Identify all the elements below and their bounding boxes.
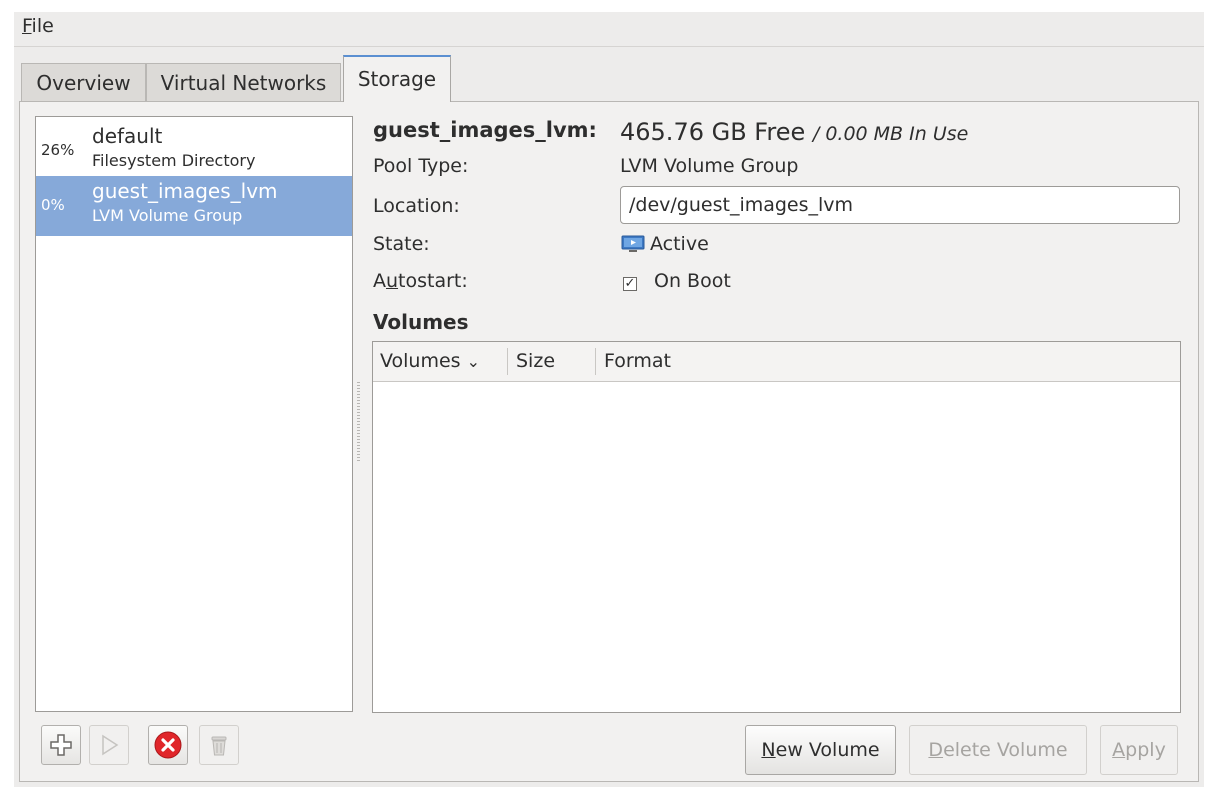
- location-field[interactable]: [620, 186, 1180, 224]
- pool-type-label: Pool Type:: [373, 155, 469, 177]
- delete-volume-button[interactable]: Delete Volume: [909, 725, 1087, 775]
- app-window: File Overview Virtual Networks Storage 2…: [14, 12, 1204, 787]
- column-separator: [595, 348, 596, 375]
- tab-storage-label: Storage: [357, 67, 437, 91]
- volumes-heading: Volumes: [373, 310, 469, 334]
- location-label: Location:: [373, 195, 460, 217]
- pool-usage-percent: 26%: [41, 141, 75, 159]
- column-separator: [507, 348, 508, 375]
- plus-icon: [50, 734, 72, 756]
- pool-capacity: 465.76 GB Free / 0.00 MB In Use: [620, 118, 968, 146]
- pool-type: LVM Volume Group: [92, 206, 243, 225]
- new-volume-button[interactable]: New Volume: [745, 725, 896, 775]
- delete-pool-button[interactable]: [199, 725, 239, 765]
- pool-type: Filesystem Directory: [92, 151, 256, 170]
- pool-list[interactable]: 26% default Filesystem Directory 0% gues…: [35, 116, 353, 712]
- menubar: File: [14, 12, 1204, 47]
- pool-name: default: [92, 124, 163, 148]
- pool-title: guest_images_lvm:: [373, 118, 597, 142]
- apply-button[interactable]: Apply: [1100, 725, 1178, 775]
- autostart-label: Autostart:: [373, 270, 468, 292]
- play-icon: [102, 734, 119, 756]
- pool-name: guest_images_lvm: [92, 179, 278, 203]
- tab-virtual-networks[interactable]: Virtual Networks: [146, 63, 341, 101]
- state-label: State:: [373, 233, 430, 255]
- volumes-table[interactable]: Volumes ⌄ Size Format: [372, 341, 1181, 713]
- stop-icon: [154, 731, 182, 759]
- tab-overview[interactable]: Overview: [21, 63, 146, 101]
- column-size[interactable]: Size: [516, 342, 555, 381]
- pool-row-default[interactable]: 26% default Filesystem Directory: [36, 121, 352, 181]
- column-volumes[interactable]: Volumes ⌄: [380, 342, 480, 381]
- sort-chevron-icon: ⌄: [466, 352, 481, 371]
- start-pool-button[interactable]: [89, 725, 129, 765]
- pool-in-use: / 0.00 MB In Use: [812, 123, 969, 145]
- pool-type-value: LVM Volume Group: [620, 155, 799, 177]
- pool-free: 465.76 GB Free: [620, 118, 806, 146]
- column-format[interactable]: Format: [604, 342, 671, 381]
- tab-storage[interactable]: Storage: [343, 55, 451, 102]
- pane-splitter-handle[interactable]: [357, 382, 360, 462]
- pool-usage-percent: 0%: [41, 196, 65, 214]
- tab-overview-label: Overview: [36, 71, 131, 95]
- autostart-value: On Boot: [654, 270, 731, 292]
- monitor-icon: [621, 235, 645, 253]
- autostart-checkbox[interactable]: ✓: [623, 277, 637, 291]
- state-value: Active: [650, 233, 709, 255]
- volumes-table-header: Volumes ⌄ Size Format: [373, 342, 1180, 382]
- tab-virtual-networks-label: Virtual Networks: [160, 71, 327, 95]
- add-pool-button[interactable]: [41, 725, 81, 765]
- stop-pool-button[interactable]: [148, 725, 188, 765]
- pool-row-guest-images-lvm[interactable]: 0% guest_images_lvm LVM Volume Group: [36, 176, 352, 236]
- menu-file[interactable]: File: [22, 15, 54, 37]
- trash-icon: [211, 736, 227, 756]
